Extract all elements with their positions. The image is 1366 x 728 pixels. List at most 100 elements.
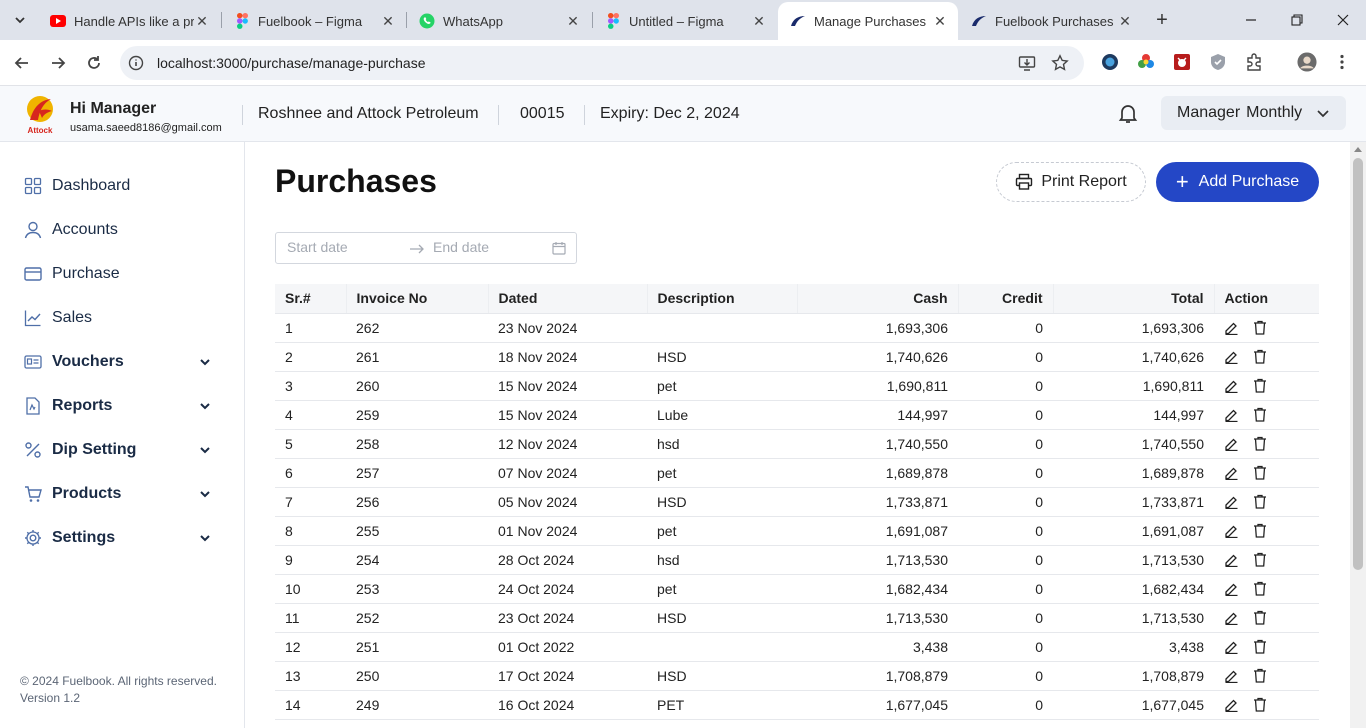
- edit-icon[interactable]: [1224, 581, 1239, 596]
- tab-search-button[interactable]: [6, 6, 34, 34]
- close-icon[interactable]: ✕: [194, 13, 210, 29]
- col-header[interactable]: Invoice No: [346, 284, 489, 314]
- sidebar-item-accounts[interactable]: Accounts: [24, 216, 224, 244]
- close-icon[interactable]: ✕: [932, 13, 948, 29]
- edit-icon[interactable]: [1224, 697, 1239, 712]
- delete-icon[interactable]: [1253, 320, 1267, 335]
- sidebar-item-reports[interactable]: Reports: [24, 392, 224, 420]
- install-app-icon[interactable]: [1017, 53, 1037, 73]
- sidebar-item-sales[interactable]: Sales: [24, 304, 224, 332]
- cell-date: 01 Oct 2022: [488, 632, 647, 662]
- restore-button[interactable]: [1274, 0, 1320, 40]
- chevron-down-icon[interactable]: [198, 531, 212, 545]
- browser-tab[interactable]: Untitled – Figma ✕: [593, 2, 777, 40]
- browser-tab[interactable]: Fuelbook – Figma ✕: [222, 2, 406, 40]
- sidebar-item-purchase[interactable]: Purchase: [24, 260, 224, 288]
- edit-icon[interactable]: [1224, 349, 1239, 364]
- edit-icon[interactable]: [1224, 494, 1239, 509]
- cell-invoice: 250: [346, 661, 488, 691]
- delete-icon[interactable]: [1253, 407, 1267, 422]
- purchases-table: Sr.# Invoice No Dated Description Cash C…: [275, 284, 1319, 720]
- edit-icon[interactable]: [1224, 668, 1239, 683]
- browser-tab[interactable]: Fuelbook Purchases ✕: [959, 2, 1143, 40]
- notification-button[interactable]: [1116, 101, 1140, 125]
- minimize-button[interactable]: [1228, 0, 1274, 40]
- edit-icon[interactable]: [1224, 407, 1239, 422]
- start-date-input[interactable]: [287, 239, 397, 255]
- delete-icon[interactable]: [1253, 552, 1267, 567]
- edit-icon[interactable]: [1224, 639, 1239, 654]
- sidebar-item-dashboard[interactable]: Dashboard: [24, 172, 224, 200]
- delete-icon[interactable]: [1253, 378, 1267, 393]
- forward-button[interactable]: [44, 49, 72, 77]
- edit-icon[interactable]: [1224, 610, 1239, 625]
- delete-icon[interactable]: [1253, 581, 1267, 596]
- edit-icon[interactable]: [1224, 552, 1239, 567]
- cell-sr: 7: [275, 487, 346, 517]
- edit-icon[interactable]: [1224, 436, 1239, 451]
- bookmark-star-icon[interactable]: [1050, 53, 1070, 73]
- puzzle-extensions-icon[interactable]: [1244, 52, 1264, 72]
- col-header[interactable]: Sr.#: [275, 284, 347, 314]
- date-range-picker[interactable]: [275, 232, 577, 264]
- plan-role: Manager: [1177, 104, 1241, 121]
- browser-menu-icon[interactable]: [1332, 52, 1352, 72]
- extension-icon[interactable]: [1100, 52, 1120, 72]
- close-icon[interactable]: ✕: [565, 13, 581, 29]
- vertical-scrollbar[interactable]: [1350, 142, 1366, 728]
- new-tab-button[interactable]: +: [1150, 8, 1174, 32]
- calendar-icon[interactable]: [552, 241, 566, 255]
- delete-icon[interactable]: [1253, 465, 1267, 480]
- close-window-button[interactable]: [1320, 0, 1366, 40]
- delete-icon[interactable]: [1253, 697, 1267, 712]
- delete-icon[interactable]: [1253, 639, 1267, 654]
- close-icon[interactable]: ✕: [380, 13, 396, 29]
- delete-icon[interactable]: [1253, 494, 1267, 509]
- scroll-up-icon[interactable]: [1354, 146, 1362, 152]
- edit-icon[interactable]: [1224, 465, 1239, 480]
- reload-button[interactable]: [80, 49, 108, 77]
- col-header[interactable]: Description: [647, 284, 798, 314]
- table-row: 7 256 05 Nov 2024 HSD 1,733,871 0 1,733,871: [275, 487, 1319, 517]
- chevron-down-icon[interactable]: [198, 443, 212, 457]
- delete-icon[interactable]: [1253, 610, 1267, 625]
- delete-icon[interactable]: [1253, 349, 1267, 364]
- sidebar-item-dip-setting[interactable]: Dip Setting: [24, 436, 224, 464]
- delete-icon[interactable]: [1253, 668, 1267, 683]
- plan-dropdown[interactable]: Manager Monthly: [1161, 96, 1346, 130]
- scrollbar-thumb[interactable]: [1353, 158, 1363, 570]
- delete-icon[interactable]: [1253, 523, 1267, 538]
- edit-icon[interactable]: [1224, 320, 1239, 335]
- browser-tab[interactable]: Handle APIs like a pro ✕: [38, 2, 220, 40]
- browser-tab-active[interactable]: Manage Purchases ✕: [778, 2, 958, 40]
- url-text[interactable]: localhost:3000/purchase/manage-purchase: [157, 55, 426, 71]
- add-purchase-button[interactable]: + Add Purchase: [1156, 162, 1319, 202]
- sidebar-item-vouchers[interactable]: Vouchers: [24, 348, 224, 376]
- edit-icon[interactable]: [1224, 378, 1239, 393]
- site-info-icon[interactable]: [126, 53, 146, 73]
- bug-extension-icon[interactable]: [1172, 52, 1192, 72]
- chevron-down-icon[interactable]: [198, 399, 212, 413]
- col-header[interactable]: Cash: [797, 284, 959, 314]
- shield-extension-icon[interactable]: [1208, 52, 1228, 72]
- chevron-down-icon[interactable]: [198, 355, 212, 369]
- delete-icon[interactable]: [1253, 436, 1267, 451]
- col-header[interactable]: Credit: [958, 284, 1054, 314]
- close-icon[interactable]: ✕: [1117, 13, 1133, 29]
- print-report-button[interactable]: Print Report: [996, 162, 1146, 202]
- sidebar-item-products[interactable]: Products: [24, 480, 224, 508]
- back-button[interactable]: [8, 49, 36, 77]
- color-picker-extension-icon[interactable]: [1136, 52, 1156, 72]
- address-bar[interactable]: localhost:3000/purchase/manage-purchase: [120, 46, 1084, 80]
- edit-icon[interactable]: [1224, 523, 1239, 538]
- col-header[interactable]: Dated: [488, 284, 648, 314]
- col-header[interactable]: Total: [1053, 284, 1215, 314]
- close-icon[interactable]: ✕: [751, 13, 767, 29]
- grid-icon: [24, 177, 42, 195]
- profile-avatar-icon[interactable]: [1297, 52, 1317, 72]
- end-date-input[interactable]: [433, 239, 543, 255]
- cell-credit: 0: [958, 545, 1053, 575]
- sidebar-item-settings[interactable]: Settings: [24, 524, 224, 552]
- chevron-down-icon[interactable]: [198, 487, 212, 501]
- browser-tab[interactable]: WhatsApp ✕: [407, 2, 591, 40]
